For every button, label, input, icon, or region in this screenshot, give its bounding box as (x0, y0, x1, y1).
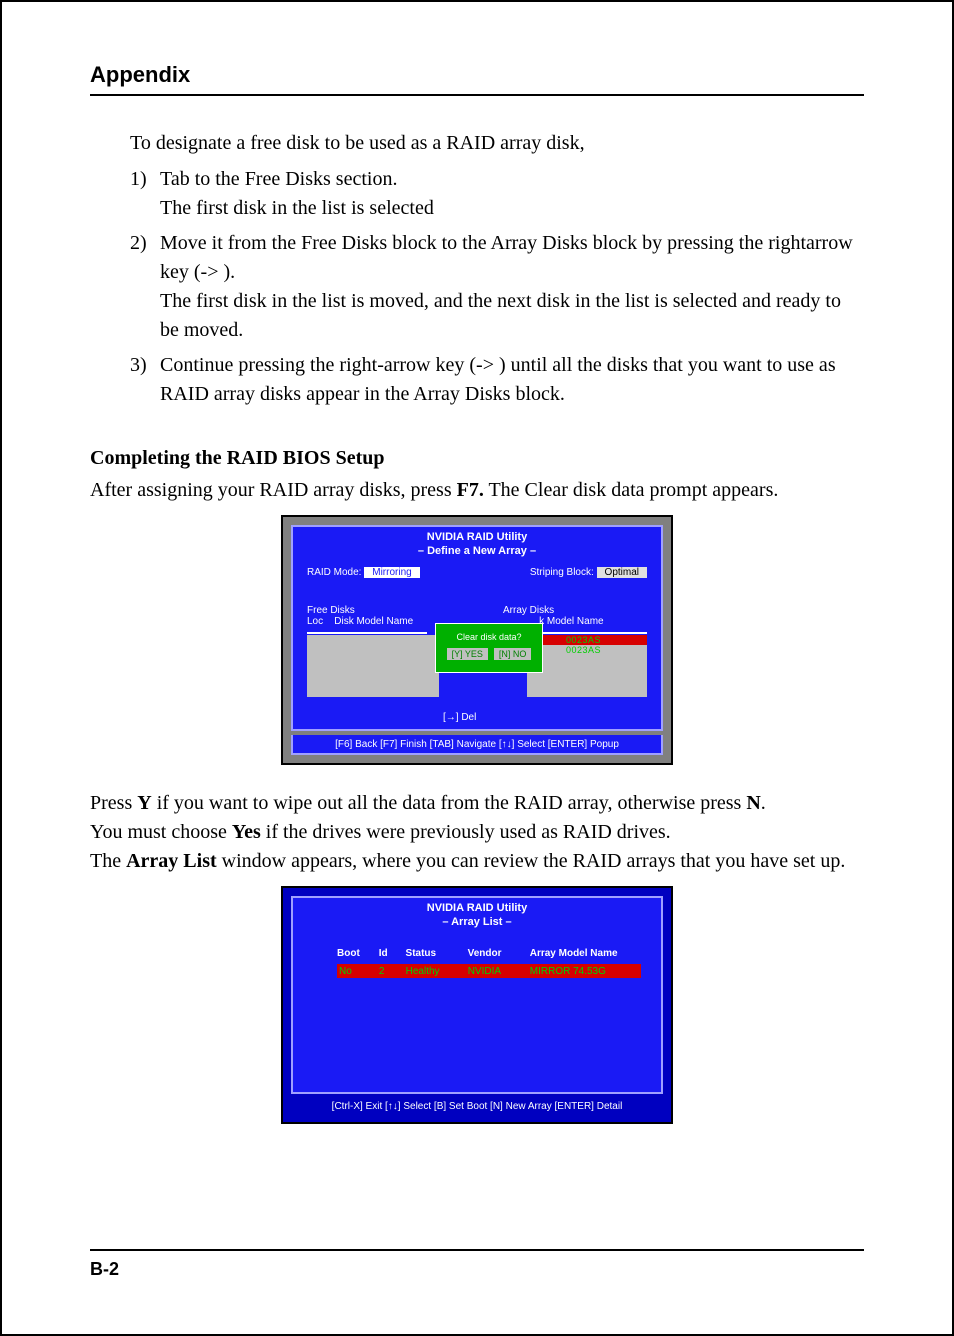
col-boot: Boot (337, 948, 367, 959)
key-y: Y (137, 792, 151, 814)
clear-disk-dialog: Clear disk data? [Y] YES [N] NO (435, 623, 543, 673)
free-disks-list[interactable] (307, 635, 439, 697)
cell-id: 2 (379, 966, 394, 977)
col-vendor: Vendor (468, 948, 518, 959)
cell-status: Healthy (406, 966, 456, 977)
step-3: 3) Continue pressing the right-arrow key… (130, 351, 864, 409)
col-model: Array Model Name (530, 948, 641, 959)
bios-title: NVIDIA RAID Utility – Define a New Array… (293, 527, 661, 559)
step-number: 2) (130, 229, 147, 258)
word-array-list: Array List (126, 850, 217, 872)
yes-button[interactable]: [Y] YES (447, 648, 488, 660)
bios-footer-hints: [Ctrl-X] Exit [↑↓] Select [B] Set Boot [… (291, 1098, 663, 1116)
step-2: 2) Move it from the Free Disks block to … (130, 229, 864, 345)
intro-text: To designate a free disk to be used as a… (130, 132, 864, 155)
dialog-question: Clear disk data? (436, 624, 542, 642)
raid-mode-value[interactable]: Mirroring (364, 567, 419, 578)
step-number: 3) (130, 351, 147, 380)
free-disks-header: Free Disks Loc Disk Model Name (307, 605, 413, 627)
col-status: Status (406, 948, 456, 959)
cell-boot: No (337, 966, 367, 977)
no-button[interactable]: [N] NO (494, 648, 532, 660)
steps-list: 1) Tab to the Free Disks section. The fi… (130, 165, 864, 409)
dialog-buttons: [Y] YES [N] NO (436, 648, 542, 660)
bios-frame: NVIDIA RAID Utility – Define a New Array… (291, 525, 663, 731)
page: Appendix To designate a free disk to be … (0, 0, 954, 1336)
bios-frame: NVIDIA RAID Utility – Array List – Boot … (291, 896, 663, 1094)
bios-define-array-screenshot: NVIDIA RAID Utility – Define a New Array… (281, 515, 673, 765)
step-text: Move it from the Free Disks block to the… (160, 232, 853, 283)
page-number: B-2 (90, 1249, 864, 1280)
rule (527, 632, 647, 634)
paragraph: You must choose Yes if the drives were p… (90, 818, 864, 847)
bios-footer-hints: [F6] Back [F7] Finish [TAB] Navigate [↑↓… (291, 735, 663, 755)
striping-label: Striping Block: (530, 567, 594, 578)
rule (307, 632, 427, 634)
paragraph: The Array List window appears, where you… (90, 847, 864, 876)
del-hint: [→] Del (443, 712, 476, 723)
key-n: N (746, 792, 760, 814)
step-1: 1) Tab to the Free Disks section. The fi… (130, 165, 864, 223)
step-text: Tab to the Free Disks section. (160, 168, 397, 190)
word-yes: Yes (232, 821, 261, 843)
step-text: The first disk in the list is moved, and… (160, 290, 841, 341)
paragraph: After assigning your RAID array disks, p… (90, 476, 864, 505)
raid-mode-label: RAID Mode: (307, 567, 361, 578)
subheading: Completing the RAID BIOS Setup (90, 447, 864, 470)
step-text: The first disk in the list is selected (160, 197, 434, 219)
step-text: Continue pressing the right-arrow key (-… (160, 354, 836, 405)
cell-model: MIRROR 74.53G (530, 966, 641, 977)
paragraph: Press Y if you want to wipe out all the … (90, 789, 864, 818)
array-list-header: Boot Id Status Vendor Array Model Name (337, 948, 641, 959)
col-id: Id (379, 948, 394, 959)
key-f7: F7. (457, 479, 484, 501)
step-number: 1) (130, 165, 147, 194)
striping-value[interactable]: Optimal (597, 567, 647, 578)
section-title: Appendix (90, 62, 864, 96)
array-list-row[interactable]: No 2 Healthy NVIDIA MIRROR 74.53G (337, 964, 641, 978)
bios-title: NVIDIA RAID Utility – Array List – (293, 898, 661, 930)
bios-mode-row: RAID Mode: Mirroring Striping Block: Opt… (307, 567, 647, 578)
disk-model-text: 0023AS 0023AS (566, 635, 601, 655)
cell-vendor: NVIDIA (468, 966, 518, 977)
bios-array-list-screenshot: NVIDIA RAID Utility – Array List – Boot … (281, 886, 673, 1124)
